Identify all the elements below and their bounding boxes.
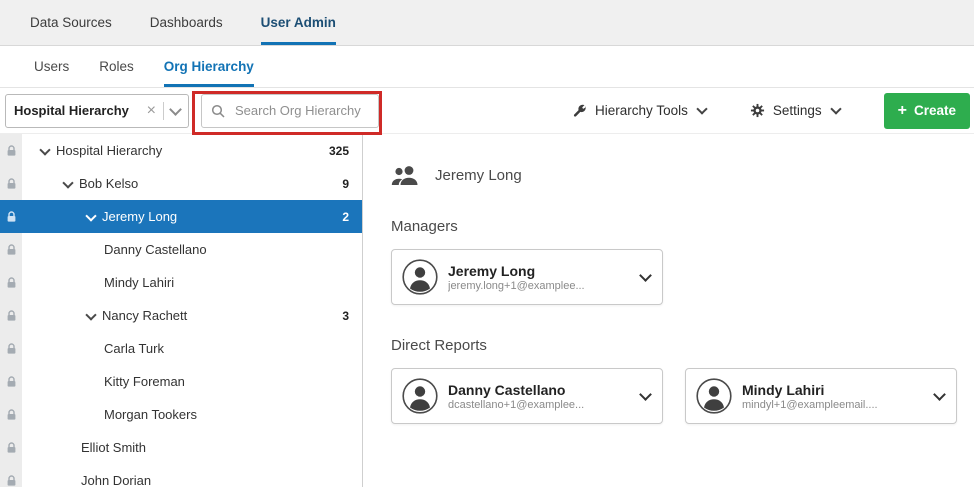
person-email: dcastellano+1@examplee... (448, 399, 633, 411)
tree-row-danny-castellano[interactable]: Danny Castellano (0, 233, 362, 266)
plus-icon (898, 103, 907, 119)
toolbar: Hospital Hierarchy Hierarchy Tools (0, 88, 974, 134)
detail-panel: Jeremy Long Managers Jeremy Long jeremy.… (363, 134, 974, 487)
tree-row-label: Mindy Lahiri (104, 275, 174, 290)
tree-row-nancy-rachett[interactable]: Nancy Rachett 3 (0, 299, 362, 332)
lock-icon (0, 464, 22, 487)
primary-nav: Data Sources Dashboards User Admin (0, 0, 974, 46)
group-icon (391, 164, 419, 186)
lock-icon (0, 299, 22, 332)
search-icon (211, 104, 225, 118)
tab-user-admin[interactable]: User Admin (261, 0, 336, 45)
org-tree: Hospital Hierarchy 325 Bob Kelso 9 Jerem… (0, 134, 363, 487)
chevron-down-icon (830, 103, 841, 114)
chevron-down-icon[interactable] (36, 148, 54, 154)
person-email: mindyl+1@exampleemail.... (742, 399, 927, 411)
create-button-label: Create (914, 103, 956, 118)
avatar (696, 378, 732, 414)
lock-icon (0, 200, 22, 233)
tab-org-hierarchy[interactable]: Org Hierarchy (164, 46, 254, 87)
lock-icon (0, 134, 22, 167)
tree-row-label: Carla Turk (104, 341, 164, 356)
tree-row-count: 2 (342, 210, 362, 224)
direct-report-card[interactable]: Mindy Lahiri mindyl+1@exampleemail.... (685, 368, 957, 424)
lock-icon (0, 266, 22, 299)
person-name: Mindy Lahiri (742, 382, 927, 398)
tree-row-carla-turk[interactable]: Carla Turk (0, 332, 362, 365)
chevron-down-icon[interactable] (639, 269, 652, 282)
tree-row-john-dorian[interactable]: John Dorian (0, 464, 362, 487)
lock-icon (0, 332, 22, 365)
content-area: Hospital Hierarchy 325 Bob Kelso 9 Jerem… (0, 134, 974, 487)
tree-row-kitty-foreman[interactable]: Kitty Foreman (0, 365, 362, 398)
tree-row-label: John Dorian (81, 473, 151, 487)
detail-header: Jeremy Long (391, 164, 974, 186)
tree-row-jeremy-long[interactable]: Jeremy Long 2 (0, 200, 362, 233)
toolbar-right-group: Hierarchy Tools Settings (572, 93, 970, 129)
tree-row-label: Nancy Rachett (102, 308, 187, 323)
person-email: jeremy.long+1@examplee... (448, 280, 633, 292)
tab-roles[interactable]: Roles (99, 46, 134, 87)
person-name: Jeremy Long (448, 263, 633, 279)
tab-dashboards[interactable]: Dashboards (150, 0, 223, 45)
tree-row-label: Bob Kelso (79, 176, 138, 191)
chevron-down-icon[interactable] (82, 313, 100, 319)
tree-row-label: Jeremy Long (102, 209, 177, 224)
direct-reports-list: Danny Castellano dcastellano+1@examplee.… (391, 368, 974, 424)
chevron-down-icon[interactable] (639, 388, 652, 401)
create-button[interactable]: Create (884, 93, 970, 129)
gear-icon (750, 103, 765, 118)
person-info: Danny Castellano dcastellano+1@examplee.… (448, 382, 633, 411)
managers-heading: Managers (391, 218, 974, 235)
tree-row-count: 9 (342, 177, 362, 191)
lock-icon (0, 365, 22, 398)
person-info: Jeremy Long jeremy.long+1@examplee... (448, 263, 633, 292)
manager-card[interactable]: Jeremy Long jeremy.long+1@examplee... (391, 249, 663, 305)
tree-row-hospital-hierarchy[interactable]: Hospital Hierarchy 325 (0, 134, 362, 167)
chevron-down-icon[interactable] (169, 103, 182, 116)
lock-icon (0, 167, 22, 200)
search-box (201, 94, 379, 128)
tree-row-label: Danny Castellano (104, 242, 207, 257)
page-title: Jeremy Long (435, 167, 522, 184)
hierarchy-tools-menu[interactable]: Hierarchy Tools (572, 103, 706, 118)
settings-label: Settings (773, 103, 822, 118)
wrench-icon (572, 103, 587, 118)
chevron-down-icon[interactable] (933, 388, 946, 401)
lock-icon (0, 233, 22, 266)
tree-row-mindy-lahiri[interactable]: Mindy Lahiri (0, 266, 362, 299)
chevron-down-icon (696, 103, 707, 114)
tree-row-count: 325 (329, 144, 362, 158)
managers-list: Jeremy Long jeremy.long+1@examplee... (391, 249, 974, 305)
chevron-down-icon[interactable] (59, 181, 77, 187)
avatar (402, 378, 438, 414)
chevron-down-icon[interactable] (82, 214, 100, 220)
tree-row-morgan-tookers[interactable]: Morgan Tookers (0, 398, 362, 431)
tree-row-label: Hospital Hierarchy (56, 143, 162, 158)
tree-row-label: Kitty Foreman (104, 374, 185, 389)
hierarchy-selector-value: Hospital Hierarchy (14, 103, 140, 118)
tree-row-bob-kelso[interactable]: Bob Kelso 9 (0, 167, 362, 200)
lock-icon (0, 431, 22, 464)
settings-menu[interactable]: Settings (750, 103, 840, 118)
person-info: Mindy Lahiri mindyl+1@exampleemail.... (742, 382, 927, 411)
tab-data-sources[interactable]: Data Sources (30, 0, 112, 45)
avatar (402, 259, 438, 295)
hierarchy-selector[interactable]: Hospital Hierarchy (5, 94, 189, 128)
tree-row-label: Elliot Smith (81, 440, 146, 455)
hierarchy-tools-label: Hierarchy Tools (595, 103, 688, 118)
clear-icon[interactable] (147, 103, 156, 119)
tree-row-label: Morgan Tookers (104, 407, 197, 422)
divider (163, 102, 164, 120)
tab-users[interactable]: Users (34, 46, 69, 87)
direct-reports-heading: Direct Reports (391, 337, 974, 354)
tree-row-elliot-smith[interactable]: Elliot Smith (0, 431, 362, 464)
search-input[interactable] (233, 102, 369, 119)
secondary-nav: Users Roles Org Hierarchy (0, 46, 974, 88)
lock-icon (0, 398, 22, 431)
direct-report-card[interactable]: Danny Castellano dcastellano+1@examplee.… (391, 368, 663, 424)
tree-row-count: 3 (342, 309, 362, 323)
person-name: Danny Castellano (448, 382, 633, 398)
